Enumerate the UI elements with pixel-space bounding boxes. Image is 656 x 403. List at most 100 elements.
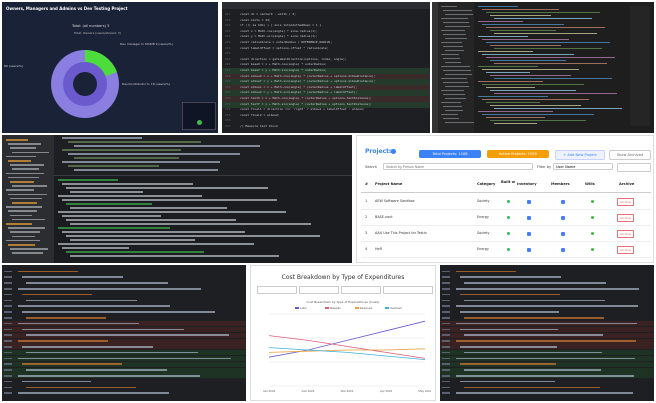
explorer-item[interactable] [441,66,470,68]
explorer-item[interactable] [445,98,466,100]
diff-code [456,374,634,377]
tree-item[interactable] [10,147,36,149]
explorer-item[interactable] [445,62,461,64]
tree-item[interactable] [6,155,36,158]
members-icon[interactable] [561,199,565,204]
explorer-item[interactable] [441,30,465,32]
tree-item[interactable] [8,176,39,179]
wills-dot[interactable] [591,200,594,203]
explorer-item[interactable] [441,54,459,56]
inventory-icon[interactable] [527,231,531,236]
explorer-item[interactable] [443,34,466,36]
tree-item[interactable] [12,218,45,221]
chart-filter-3[interactable] [341,286,381,294]
explorer-item[interactable] [445,122,474,124]
members-icon[interactable] [561,231,565,236]
tree-item[interactable] [10,164,44,166]
table-row[interactable]: 4 HeFi Energy Archive [361,242,651,258]
tree-item[interactable] [12,185,47,187]
tree-item[interactable] [12,151,49,154]
explorer-item[interactable] [443,10,472,12]
explorer-item[interactable] [443,22,469,24]
project-name[interactable]: HeFi [375,247,382,251]
tree-item[interactable] [8,143,41,145]
explorer-item[interactable] [445,26,470,28]
chart-filter-2[interactable] [299,286,339,294]
tree-item[interactable] [8,210,37,212]
explorer-item[interactable] [443,46,463,48]
tree-item[interactable] [6,172,44,175]
wills-dot[interactable] [591,216,594,219]
wills-dot[interactable] [591,248,594,251]
table-row[interactable]: 3 AAA Use This Project for Testin Society A… [361,226,651,242]
archive-button[interactable]: Archive [617,230,634,238]
tree-item[interactable] [12,168,39,170]
explorer-item[interactable] [441,6,457,8]
tree-item[interactable] [10,214,32,217]
filter-select[interactable]: User Name [553,163,613,170]
series-line-materials[interactable] [268,335,426,359]
project-name[interactable]: AAA Use This Project for Testin [375,231,427,235]
archive-button[interactable]: Archive [617,198,634,206]
archive-button[interactable]: Archive [617,214,634,222]
tree-item[interactable] [6,206,42,208]
tree-item[interactable] [8,227,45,229]
tree-item[interactable] [8,160,31,162]
explorer-item[interactable] [441,42,462,44]
tree-item[interactable] [8,244,35,246]
explorer-item[interactable] [443,82,468,84]
active-projects-button[interactable]: Active Projects: 1050 [487,150,549,158]
show-archived-button[interactable]: Show Archived [609,150,651,160]
chart-filter-4[interactable] [383,286,433,294]
explorer-item[interactable] [443,106,462,108]
explorer-item[interactable] [445,110,463,112]
inventory-icon[interactable] [527,199,531,204]
tree-item[interactable] [10,248,48,250]
inventory-icon[interactable] [527,215,531,220]
code-line [486,87,535,89]
explorer-item[interactable] [445,38,467,40]
explorer-item[interactable] [443,94,465,96]
explorer-item[interactable] [443,58,460,60]
wills-dot[interactable] [591,232,594,235]
explorer-item[interactable] [445,74,472,76]
tree-item[interactable] [10,231,40,233]
tree-item[interactable] [6,139,28,141]
terminal-line [70,255,279,257]
explorer-item[interactable] [445,86,469,88]
tree-item[interactable] [8,193,47,196]
inventory-icon[interactable] [527,247,531,252]
add-project-button[interactable]: + Add New Project [555,150,605,160]
project-name[interactable]: BASE-vout [375,215,393,219]
tree-item[interactable] [10,181,34,183]
explorer-item[interactable] [441,18,468,20]
members-icon[interactable] [561,215,565,220]
explorer-item[interactable] [443,118,459,120]
explorer-item[interactable] [441,114,458,116]
tree-item[interactable] [12,252,43,254]
diff-line [2,304,246,309]
chart-filter-1[interactable] [257,286,297,294]
explorer-item[interactable] [441,90,464,92]
tree-item[interactable] [6,223,32,225]
tree-item[interactable] [12,235,35,238]
tree-item[interactable] [12,202,37,204]
table-row[interactable]: 1 AEW Software Sandbox Society Archive [361,194,651,210]
archive-button[interactable]: Archive [617,246,634,254]
explorer-item[interactable] [443,70,471,72]
preview-badge-icon[interactable] [197,120,202,125]
explorer-item[interactable] [445,50,464,52]
search-button[interactable] [617,163,651,172]
explorer-item[interactable] [441,102,461,104]
project-name[interactable]: AEW Software Sandbox [375,199,415,203]
tree-item[interactable] [6,239,40,242]
diff-line [440,373,654,379]
explorer-item[interactable] [445,14,473,16]
tree-item[interactable] [6,189,34,191]
total-projects-button[interactable]: Total Projects: 1108 [419,150,481,158]
tree-item[interactable] [10,197,42,200]
table-row[interactable]: 2 BASE-vout Energy Archive [361,210,651,226]
explorer-item[interactable] [441,78,467,80]
search-input[interactable] [383,163,533,170]
members-icon[interactable] [561,247,565,252]
